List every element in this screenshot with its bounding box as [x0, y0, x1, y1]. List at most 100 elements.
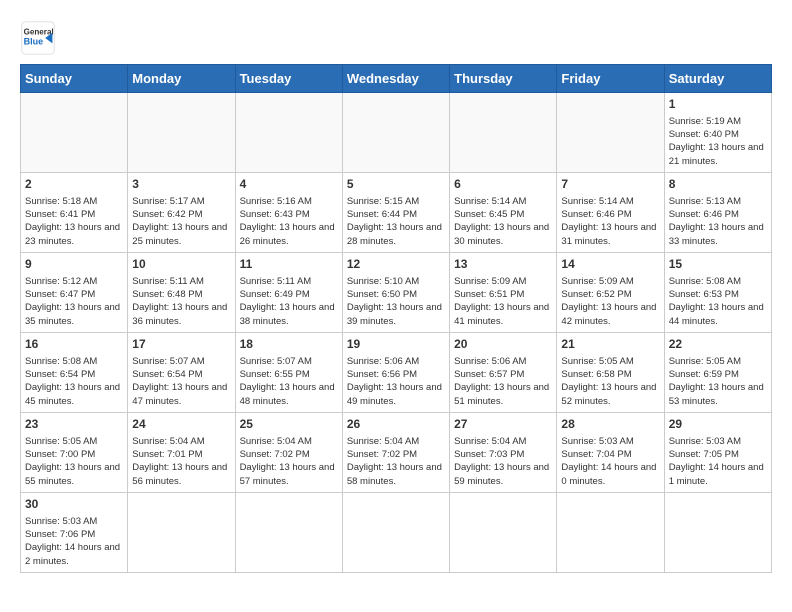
calendar-cell	[235, 493, 342, 573]
weekday-header-thursday: Thursday	[450, 65, 557, 93]
day-info: Sunrise: 5:07 AMSunset: 6:54 PMDaylight:…	[132, 356, 227, 407]
weekday-header-saturday: Saturday	[664, 65, 771, 93]
weekday-header-row: SundayMondayTuesdayWednesdayThursdayFrid…	[21, 65, 772, 93]
day-info: Sunrise: 5:04 AMSunset: 7:01 PMDaylight:…	[132, 436, 227, 487]
calendar-cell: 8 Sunrise: 5:13 AMSunset: 6:46 PMDaylight…	[664, 173, 771, 253]
day-info: Sunrise: 5:15 AMSunset: 6:44 PMDaylight:…	[347, 196, 442, 247]
day-number: 27	[454, 416, 552, 433]
calendar-cell: 13 Sunrise: 5:09 AMSunset: 6:51 PMDayligh…	[450, 253, 557, 333]
logo-icon: General Blue	[20, 20, 56, 56]
calendar-cell: 9Sunrise: 5:12 AMSunset: 6:47 PMDaylight…	[21, 253, 128, 333]
day-info: Sunrise: 5:17 AMSunset: 6:42 PMDaylight:…	[132, 196, 227, 247]
calendar-cell	[450, 93, 557, 173]
calendar-cell: 10 Sunrise: 5:11 AMSunset: 6:48 PMDayligh…	[128, 253, 235, 333]
calendar-cell: 30 Sunrise: 5:03 AMSunset: 7:06 PMDayligh…	[21, 493, 128, 573]
day-number: 21	[561, 336, 659, 353]
day-number: 7	[561, 176, 659, 193]
day-number: 11	[240, 256, 338, 273]
week-row-5: 23 Sunrise: 5:05 AMSunset: 7:00 PMDayligh…	[21, 413, 772, 493]
day-number: 4	[240, 176, 338, 193]
day-number: 18	[240, 336, 338, 353]
day-number: 28	[561, 416, 659, 433]
day-number: 5	[347, 176, 445, 193]
calendar-cell: 22 Sunrise: 5:05 AMSunset: 6:59 PMDayligh…	[664, 333, 771, 413]
day-number: 13	[454, 256, 552, 273]
header: General Blue	[20, 20, 772, 56]
day-info: Sunrise: 5:03 AMSunset: 7:06 PMDaylight:…	[25, 516, 120, 567]
day-info: Sunrise: 5:07 AMSunset: 6:55 PMDaylight:…	[240, 356, 335, 407]
calendar-cell: 26Sunrise: 5:04 AMSunset: 7:02 PMDayligh…	[342, 413, 449, 493]
day-number: 29	[669, 416, 767, 433]
day-number: 1	[669, 96, 767, 113]
day-info: Sunrise: 5:13 AMSunset: 6:46 PMDaylight:…	[669, 196, 764, 247]
day-number: 23	[25, 416, 123, 433]
day-info: Sunrise: 5:11 AMSunset: 6:48 PMDaylight:…	[132, 276, 227, 327]
calendar-cell: 29 Sunrise: 5:03 AMSunset: 7:05 PMDayligh…	[664, 413, 771, 493]
calendar-cell	[342, 93, 449, 173]
day-number: 22	[669, 336, 767, 353]
day-number: 26	[347, 416, 445, 433]
calendar-cell: 3 Sunrise: 5:17 AMSunset: 6:42 PMDaylight…	[128, 173, 235, 253]
calendar-cell: 16 Sunrise: 5:08 AMSunset: 6:54 PMDayligh…	[21, 333, 128, 413]
weekday-header-tuesday: Tuesday	[235, 65, 342, 93]
day-info: Sunrise: 5:04 AMSunset: 7:02 PMDaylight:…	[240, 436, 335, 487]
day-info: Sunrise: 5:08 AMSunset: 6:53 PMDaylight:…	[669, 276, 764, 327]
day-number: 3	[132, 176, 230, 193]
calendar-cell: 27 Sunrise: 5:04 AMSunset: 7:03 PMDayligh…	[450, 413, 557, 493]
day-number: 6	[454, 176, 552, 193]
week-row-1: 1Sunrise: 5:19 AMSunset: 6:40 PMDaylight…	[21, 93, 772, 173]
weekday-header-sunday: Sunday	[21, 65, 128, 93]
day-info: Sunrise: 5:03 AMSunset: 7:04 PMDaylight:…	[561, 436, 656, 487]
day-number: 15	[669, 256, 767, 273]
calendar-cell	[21, 93, 128, 173]
day-number: 30	[25, 496, 123, 513]
day-info: Sunrise: 5:10 AMSunset: 6:50 PMDaylight:…	[347, 276, 442, 327]
day-info: Sunrise: 5:05 AMSunset: 7:00 PMDaylight:…	[25, 436, 120, 487]
calendar-cell: 24Sunrise: 5:04 AMSunset: 7:01 PMDayligh…	[128, 413, 235, 493]
calendar: SundayMondayTuesdayWednesdayThursdayFrid…	[20, 64, 772, 573]
week-row-2: 2 Sunrise: 5:18 AMSunset: 6:41 PMDaylight…	[21, 173, 772, 253]
day-info: Sunrise: 5:06 AMSunset: 6:56 PMDaylight:…	[347, 356, 442, 407]
day-number: 12	[347, 256, 445, 273]
calendar-cell: 28 Sunrise: 5:03 AMSunset: 7:04 PMDayligh…	[557, 413, 664, 493]
day-number: 20	[454, 336, 552, 353]
calendar-cell: 18 Sunrise: 5:07 AMSunset: 6:55 PMDayligh…	[235, 333, 342, 413]
day-number: 8	[669, 176, 767, 193]
day-number: 2	[25, 176, 123, 193]
calendar-cell: 17 Sunrise: 5:07 AMSunset: 6:54 PMDayligh…	[128, 333, 235, 413]
calendar-cell	[128, 93, 235, 173]
week-row-3: 9Sunrise: 5:12 AMSunset: 6:47 PMDaylight…	[21, 253, 772, 333]
day-info: Sunrise: 5:03 AMSunset: 7:05 PMDaylight:…	[669, 436, 764, 487]
calendar-cell	[342, 493, 449, 573]
day-number: 17	[132, 336, 230, 353]
day-info: Sunrise: 5:18 AMSunset: 6:41 PMDaylight:…	[25, 196, 120, 247]
day-info: Sunrise: 5:14 AMSunset: 6:45 PMDaylight:…	[454, 196, 549, 247]
calendar-cell: 1Sunrise: 5:19 AMSunset: 6:40 PMDaylight…	[664, 93, 771, 173]
day-info: Sunrise: 5:04 AMSunset: 7:03 PMDaylight:…	[454, 436, 549, 487]
calendar-cell: 2 Sunrise: 5:18 AMSunset: 6:41 PMDaylight…	[21, 173, 128, 253]
calendar-cell: 21Sunrise: 5:05 AMSunset: 6:58 PMDayligh…	[557, 333, 664, 413]
calendar-cell: 15 Sunrise: 5:08 AMSunset: 6:53 PMDayligh…	[664, 253, 771, 333]
weekday-header-monday: Monday	[128, 65, 235, 93]
weekday-header-friday: Friday	[557, 65, 664, 93]
day-info: Sunrise: 5:06 AMSunset: 6:57 PMDaylight:…	[454, 356, 549, 407]
svg-text:Blue: Blue	[24, 36, 44, 46]
day-info: Sunrise: 5:08 AMSunset: 6:54 PMDaylight:…	[25, 356, 120, 407]
day-number: 10	[132, 256, 230, 273]
calendar-cell: 6 Sunrise: 5:14 AMSunset: 6:45 PMDaylight…	[450, 173, 557, 253]
calendar-cell: 11Sunrise: 5:11 AMSunset: 6:49 PMDayligh…	[235, 253, 342, 333]
week-row-4: 16 Sunrise: 5:08 AMSunset: 6:54 PMDayligh…	[21, 333, 772, 413]
calendar-cell: 23 Sunrise: 5:05 AMSunset: 7:00 PMDayligh…	[21, 413, 128, 493]
day-info: Sunrise: 5:05 AMSunset: 6:59 PMDaylight:…	[669, 356, 764, 407]
day-info: Sunrise: 5:16 AMSunset: 6:43 PMDaylight:…	[240, 196, 335, 247]
calendar-cell	[128, 493, 235, 573]
calendar-cell: 14Sunrise: 5:09 AMSunset: 6:52 PMDayligh…	[557, 253, 664, 333]
calendar-cell: 12 Sunrise: 5:10 AMSunset: 6:50 PMDayligh…	[342, 253, 449, 333]
day-number: 25	[240, 416, 338, 433]
day-number: 19	[347, 336, 445, 353]
calendar-cell: 7Sunrise: 5:14 AMSunset: 6:46 PMDaylight…	[557, 173, 664, 253]
day-number: 16	[25, 336, 123, 353]
day-info: Sunrise: 5:09 AMSunset: 6:51 PMDaylight:…	[454, 276, 549, 327]
calendar-cell	[664, 493, 771, 573]
logo: General Blue	[20, 20, 56, 56]
